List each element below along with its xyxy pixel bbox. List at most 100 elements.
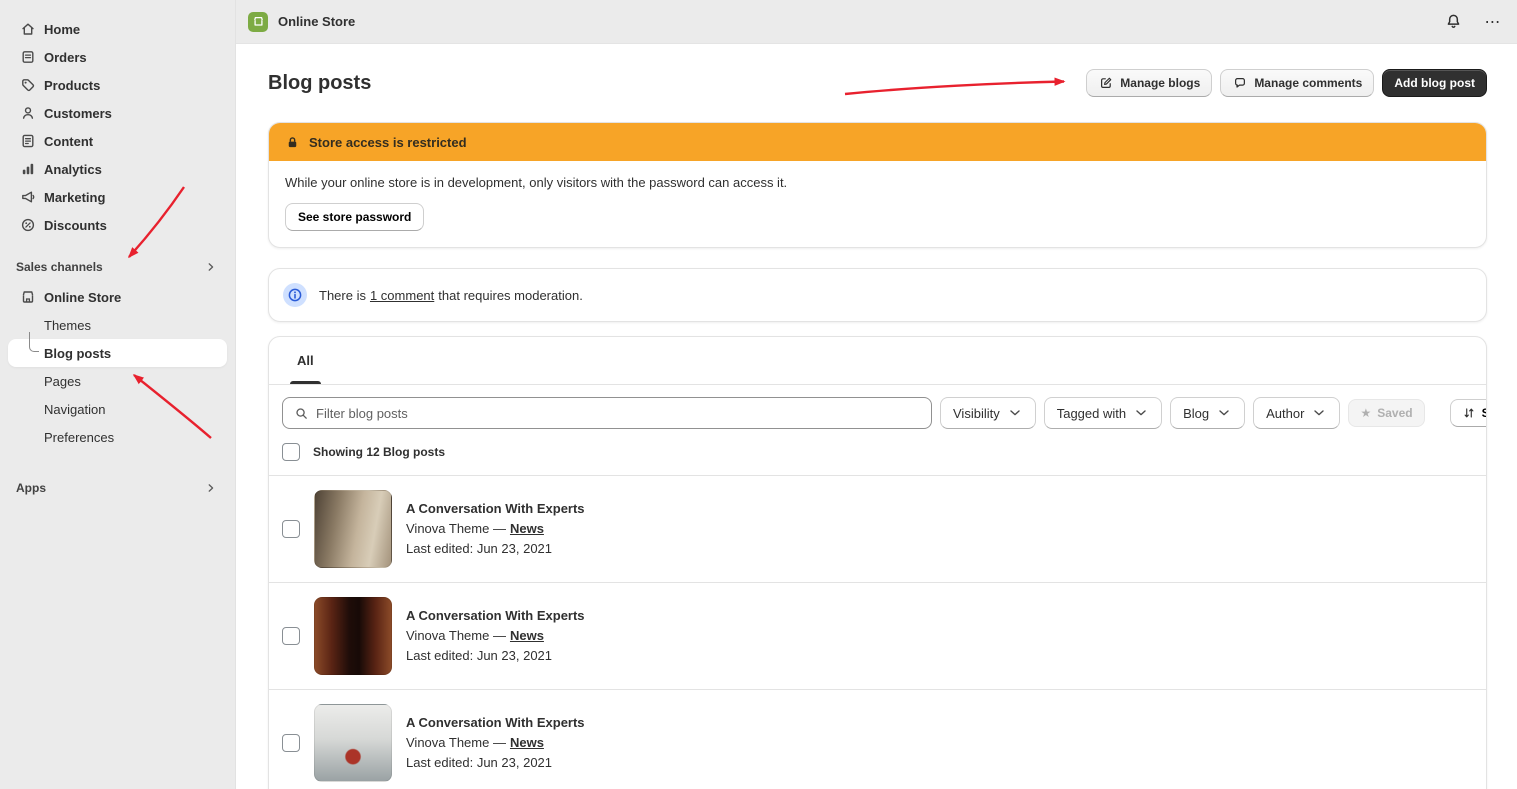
sidebar-item-label: Products <box>44 78 100 93</box>
manage-blogs-button[interactable]: Manage blogs <box>1086 69 1212 97</box>
topbar-context: Online Store <box>248 12 355 32</box>
store-access-banner-header: Store access is restricted <box>269 123 1486 161</box>
news-blog-link[interactable]: News <box>510 519 544 539</box>
analytics-icon <box>20 161 36 177</box>
topbar: Online Store ⋯ <box>236 0 1517 44</box>
sidebar-item-home[interactable]: Home <box>8 15 227 43</box>
sidebar-item-discounts[interactable]: Discounts <box>8 211 227 239</box>
row-checkbox[interactable] <box>282 627 300 645</box>
banner-title: Store access is restricted <box>309 135 467 150</box>
content-icon <box>20 133 36 149</box>
discounts-icon <box>20 217 36 233</box>
sidebar-item-preferences[interactable]: Preferences <box>8 423 227 451</box>
page-content: Blog posts Manage blogs Manage comments … <box>236 44 1517 789</box>
manage-comments-button[interactable]: Manage comments <box>1220 69 1374 97</box>
saved-filters-button[interactable]: ★ Saved <box>1348 399 1424 427</box>
topbar-title: Online Store <box>278 14 355 29</box>
see-store-password-button[interactable]: See store password <box>285 203 424 231</box>
sidebar-item-label: Marketing <box>44 190 105 205</box>
notice-text-before: There is <box>319 288 366 303</box>
post-byline: Vinova Theme — News <box>406 733 585 753</box>
sidebar-item-analytics[interactable]: Analytics <box>8 155 227 183</box>
one-comment-link[interactable]: 1 comment <box>370 288 434 303</box>
tabs-row: All <box>269 337 1486 385</box>
sidebar-item-label: Discounts <box>44 218 107 233</box>
tagged-with-filter-dropdown[interactable]: Tagged with <box>1044 397 1162 429</box>
sidebar-item-label: Blog posts <box>44 346 111 361</box>
list-summary: Showing 12 Blog posts <box>313 445 445 459</box>
sidebar-item-label: Themes <box>44 318 91 333</box>
star-icon: ★ <box>1360 407 1371 419</box>
sort-icon <box>1461 405 1477 421</box>
sidebar-item-label: Online Store <box>44 290 121 305</box>
blog-filter-dropdown[interactable]: Blog <box>1170 397 1245 429</box>
saved-button-label: Saved <box>1377 406 1412 420</box>
notifications-bell-icon[interactable] <box>1439 8 1467 36</box>
sidebar-section-apps[interactable]: Apps <box>8 476 227 500</box>
tree-connector <box>29 332 39 352</box>
filter-blog-posts-input[interactable] <box>316 406 921 421</box>
row-checkbox[interactable] <box>282 520 300 538</box>
sidebar-item-products[interactable]: Products <box>8 71 227 99</box>
page-title: Blog posts <box>268 69 371 97</box>
post-title[interactable]: A Conversation With Experts <box>406 713 585 733</box>
row-checkbox[interactable] <box>282 734 300 752</box>
filter-toolbar: Visibility Tagged with Blog Author <box>269 385 1486 439</box>
sidebar-item-navigation[interactable]: Navigation <box>8 395 227 423</box>
page-header: Blog posts Manage blogs Manage comments … <box>268 69 1487 97</box>
author-filter-dropdown[interactable]: Author <box>1253 397 1340 429</box>
sidebar-item-blog-posts[interactable]: Blog posts <box>8 339 227 367</box>
tab-all[interactable]: All <box>281 337 330 384</box>
post-last-edited: Last edited: Jun 23, 2021 <box>406 539 585 559</box>
online-store-badge-icon <box>248 12 268 32</box>
sidebar-item-label: Orders <box>44 50 87 65</box>
news-blog-link[interactable]: News <box>510 733 544 753</box>
moderation-notice-text: There is 1 comment that requires moderat… <box>319 288 583 303</box>
blog-post-row[interactable]: A Conversation With Experts Vinova Theme… <box>269 690 1486 789</box>
blog-post-row[interactable]: A Conversation With Experts Vinova Theme… <box>269 583 1486 690</box>
byline-text: Vinova Theme — <box>406 733 506 753</box>
blog-post-row[interactable]: A Conversation With Experts Vinova Theme… <box>269 476 1486 583</box>
filter-search <box>282 397 932 429</box>
sidebar-item-customers[interactable]: Customers <box>8 99 227 127</box>
sidebar-item-online-store[interactable]: Online Store <box>8 283 227 311</box>
list-summary-row: Showing 12 Blog posts <box>269 439 1486 476</box>
sidebar-item-marketing[interactable]: Marketing <box>8 183 227 211</box>
search-icon <box>293 405 309 421</box>
add-blog-post-button[interactable]: Add blog post <box>1382 69 1487 97</box>
sidebar-item-label: Pages <box>44 374 81 389</box>
products-icon <box>20 77 36 93</box>
select-all-checkbox[interactable] <box>282 443 300 461</box>
banner-body-text: While your online store is in developmen… <box>285 175 1470 190</box>
chevron-right-icon <box>203 259 219 275</box>
sidebar-item-label: Preferences <box>44 430 114 445</box>
sidebar-item-content[interactable]: Content <box>8 127 227 155</box>
post-title[interactable]: A Conversation With Experts <box>406 499 585 519</box>
section-label: Apps <box>16 481 46 495</box>
news-blog-link[interactable]: News <box>510 626 544 646</box>
sidebar-item-label: Content <box>44 134 93 149</box>
chevron-down-icon <box>1133 405 1149 421</box>
chevron-down-icon <box>1007 405 1023 421</box>
byline-text: Vinova Theme — <box>406 519 506 539</box>
visibility-filter-dropdown[interactable]: Visibility <box>940 397 1036 429</box>
app-window: Home Orders Products Customers Content A… <box>0 0 1517 789</box>
sidebar: Home Orders Products Customers Content A… <box>0 0 236 789</box>
chevron-down-icon <box>1311 405 1327 421</box>
lock-icon <box>284 134 300 150</box>
sidebar-item-pages[interactable]: Pages <box>8 367 227 395</box>
blog-filter-label: Blog <box>1183 406 1209 421</box>
sidebar-item-label: Customers <box>44 106 112 121</box>
tagged-with-filter-label: Tagged with <box>1057 406 1126 421</box>
overflow-menu-icon[interactable]: ⋯ <box>1479 8 1507 36</box>
blog-posts-card: All Visibility Tagged with <box>268 336 1487 789</box>
post-title[interactable]: A Conversation With Experts <box>406 606 585 626</box>
section-label: Sales channels <box>16 260 103 274</box>
sidebar-section-sales-channels[interactable]: Sales channels <box>8 255 227 279</box>
tab-all-label: All <box>297 353 314 368</box>
sidebar-item-themes[interactable]: Themes <box>8 311 227 339</box>
customers-icon <box>20 105 36 121</box>
sidebar-item-label: Navigation <box>44 402 105 417</box>
sidebar-item-orders[interactable]: Orders <box>8 43 227 71</box>
sort-button[interactable]: Sort <box>1450 399 1487 427</box>
